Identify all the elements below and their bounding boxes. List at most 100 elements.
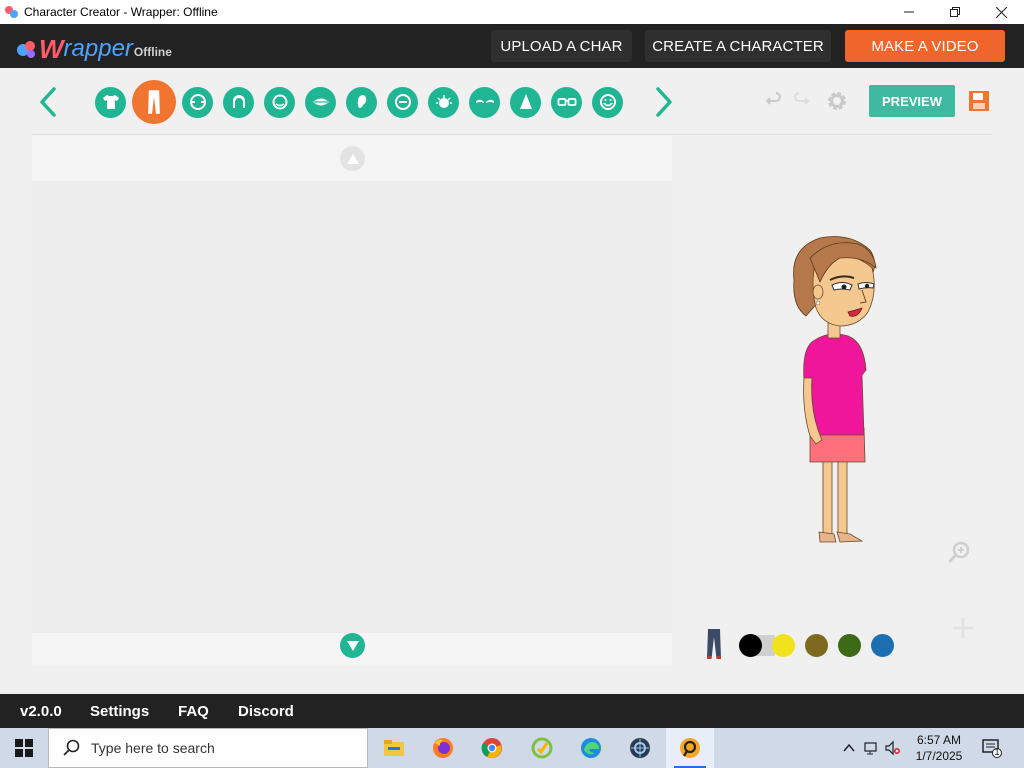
zoom-in-icon[interactable]: [947, 540, 971, 564]
category-shirt[interactable]: [95, 86, 126, 118]
taskbar-clock[interactable]: 6:57 AM 1/7/2025: [904, 732, 974, 764]
window-titlebar: Character Creator - Wrapper: Offline: [0, 0, 1024, 24]
notification-center-button[interactable]: 1: [982, 738, 1002, 758]
taskbar-file-explorer[interactable]: [370, 728, 418, 768]
item-list-header: [32, 136, 672, 181]
start-button[interactable]: [0, 728, 48, 768]
previous-category-icon[interactable]: [36, 86, 60, 118]
search-placeholder: Type here to search: [91, 740, 215, 756]
firefox-icon: [433, 738, 453, 758]
nose-icon: [519, 94, 532, 109]
app-header: W rapper Offline UPLOAD A CHAR CREATE A …: [0, 24, 1024, 68]
taskbar-wrapper-app[interactable]: [666, 728, 714, 768]
category-beard[interactable]: [592, 86, 623, 118]
category-ear[interactable]: [346, 86, 377, 118]
category-pants[interactable]: [132, 80, 176, 124]
taskbar-app-dark[interactable]: [616, 728, 664, 768]
wrapper-logo-icon: [5, 6, 18, 18]
category-glasses[interactable]: [551, 86, 582, 118]
taskbar-app-green[interactable]: [518, 728, 566, 768]
search-icon: [63, 739, 80, 756]
create-character-button[interactable]: CREATE A CHARACTER: [645, 30, 831, 62]
chevron-up-icon[interactable]: [841, 740, 857, 756]
eyebrow-icon: [475, 99, 494, 103]
category-mouth[interactable]: [305, 86, 336, 118]
color-swatch[interactable]: [838, 633, 861, 657]
next-category-icon[interactable]: [652, 86, 676, 118]
scroll-up-button[interactable]: [340, 146, 365, 171]
item-list-footer: [32, 633, 672, 666]
category-eyes[interactable]: [428, 86, 459, 118]
category-eyebrows[interactable]: [469, 86, 500, 118]
taskbar-firefox[interactable]: [419, 728, 467, 768]
network-icon[interactable]: [863, 740, 879, 756]
pants-icon: [148, 90, 160, 114]
volume-muted-icon[interactable]: [884, 740, 900, 756]
character-figure[interactable]: [780, 230, 890, 550]
category-icons: [95, 80, 633, 124]
color-swatch[interactable]: [805, 633, 828, 657]
app-icon: [531, 737, 553, 759]
pants-item-icon: [707, 629, 721, 659]
move-icon[interactable]: [952, 617, 974, 639]
shirt-icon: [102, 95, 119, 109]
category-head[interactable]: [264, 86, 295, 118]
ear-icon: [357, 95, 366, 108]
scroll-down-button[interactable]: [340, 633, 365, 658]
taskbar-chrome[interactable]: [468, 728, 516, 768]
footer-settings-link[interactable]: Settings: [90, 703, 149, 720]
edge-icon: [581, 738, 601, 758]
close-icon: [995, 6, 1007, 18]
clock-time: 6:57 AM: [916, 733, 962, 747]
category-hair[interactable]: [223, 86, 254, 118]
taskbar-search-box[interactable]: Type here to search: [48, 728, 368, 768]
clock-date: 1/7/2025: [915, 749, 963, 763]
settings-gear-icon[interactable]: [825, 89, 849, 113]
app-icon: [630, 738, 650, 758]
file-explorer-icon: [384, 740, 404, 756]
category-face-shape[interactable]: [182, 86, 213, 118]
color-swatch-wrapper: [871, 633, 904, 657]
item-list[interactable]: [32, 181, 672, 633]
restore-button[interactable]: [932, 0, 978, 24]
color-swatch-wrapper: [838, 633, 871, 657]
color-swatches: [739, 633, 904, 657]
color-swatch[interactable]: [871, 633, 894, 657]
wrapper-app-icon: [680, 738, 700, 758]
upload-char-button[interactable]: UPLOAD A CHAR: [491, 30, 632, 62]
preview-button[interactable]: PREVIEW: [869, 85, 955, 117]
logo-suffix: Offline: [133, 45, 172, 59]
window-title: Character Creator - Wrapper: Offline: [24, 5, 218, 19]
head-icon: [272, 94, 287, 110]
close-button[interactable]: [978, 0, 1024, 24]
category-facial-feature[interactable]: [387, 86, 418, 118]
glasses-icon: [557, 98, 576, 106]
restore-icon: [950, 7, 960, 17]
taskbar-edge[interactable]: [567, 728, 615, 768]
color-swatch-wrapper: [739, 633, 775, 657]
version-label: v2.0.0: [20, 702, 62, 720]
category-toolbar: PREVIEW: [0, 68, 1024, 136]
make-video-button[interactable]: MAKE A VIDEO: [845, 30, 1005, 62]
category-nose[interactable]: [510, 86, 541, 118]
minimize-icon: [904, 11, 914, 13]
eye-icon: [435, 95, 452, 108]
color-swatch[interactable]: [739, 633, 762, 657]
footer-faq-link[interactable]: FAQ: [178, 703, 209, 720]
wrapper-logo[interactable]: W rapper Offline: [16, 30, 172, 62]
save-icon[interactable]: [967, 89, 991, 113]
logo-bubbles-icon: [17, 41, 35, 58]
notification-count: 1: [994, 747, 1000, 757]
app-footer: v2.0.0 Settings FAQ Discord: [0, 694, 1024, 728]
footer-discord-link[interactable]: Discord: [238, 703, 294, 720]
color-swatch[interactable]: [772, 633, 795, 657]
logo-w: W: [39, 34, 64, 64]
facial-feature-icon: [394, 94, 411, 110]
toolbar-divider: [32, 134, 992, 135]
minimize-button[interactable]: [886, 0, 932, 24]
undo-icon[interactable]: [766, 92, 782, 108]
redo-icon[interactable]: [793, 92, 809, 108]
chrome-icon: [481, 738, 502, 759]
windows-taskbar: Type here to search 6:57 AM 1/7/2025 1: [0, 728, 1024, 768]
color-swatch-wrapper: [805, 633, 838, 657]
